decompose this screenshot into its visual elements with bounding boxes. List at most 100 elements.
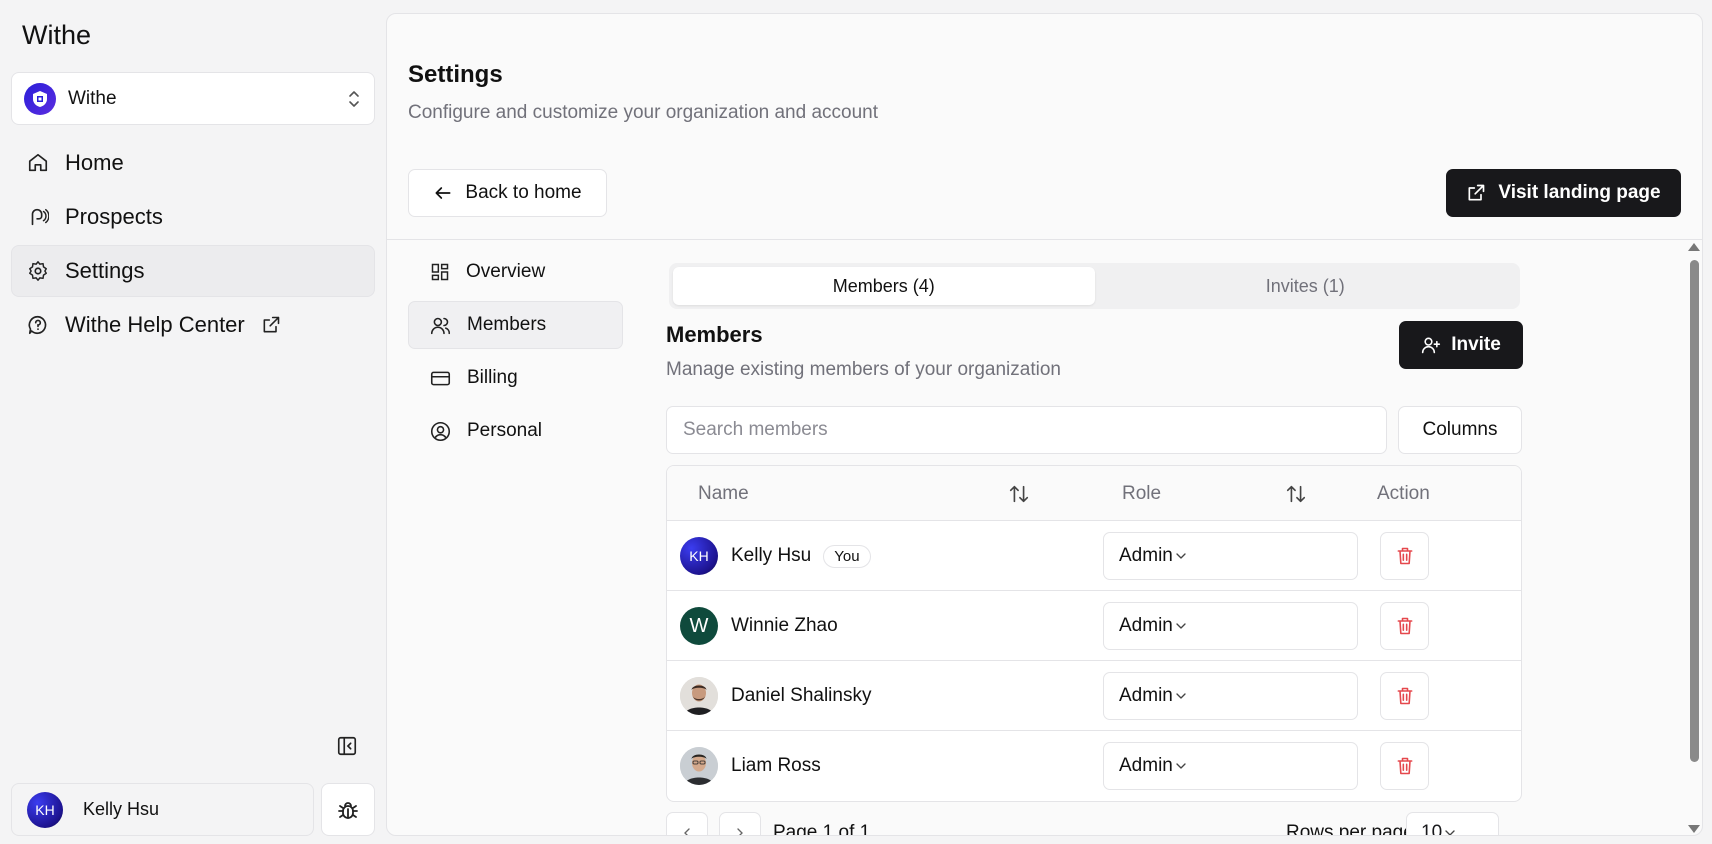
delete-member-button[interactable]	[1380, 742, 1429, 790]
table-row: KH Kelly Hsu You Admin	[667, 521, 1521, 591]
scroll-up-arrow[interactable]	[1688, 243, 1700, 251]
help-icon	[27, 314, 49, 336]
avatar	[680, 747, 718, 785]
delete-member-button[interactable]	[1380, 532, 1429, 580]
member-name-cell: Daniel Shalinsky	[731, 661, 871, 731]
settings-nav-label: Personal	[467, 420, 542, 441]
role-select[interactable]: Admin	[1103, 672, 1358, 720]
chevrons-up-down-icon	[346, 88, 362, 110]
table-row: Liam Ross Admin	[667, 731, 1521, 801]
settings-nav-billing[interactable]: Billing	[408, 354, 623, 402]
users-icon	[430, 315, 467, 336]
columns-button[interactable]: Columns	[1398, 406, 1522, 454]
sidebar-item-label: Withe Help Center	[65, 312, 245, 337]
members-table: Name Role Action KH Kelly Hsu You Admin	[666, 465, 1522, 802]
role-value: Admin	[1119, 545, 1173, 566]
delete-member-button[interactable]	[1380, 672, 1429, 720]
sort-icon[interactable]	[1008, 483, 1030, 505]
scrollbar[interactable]	[1685, 240, 1702, 835]
delete-member-button[interactable]	[1380, 602, 1429, 650]
header-divider	[387, 239, 1702, 240]
avatar	[680, 677, 718, 715]
external-link-icon	[261, 315, 281, 335]
user-plus-icon	[1421, 335, 1451, 355]
member-name-cell: Liam Ross	[731, 731, 821, 801]
settings-nav-label: Billing	[467, 367, 518, 388]
members-tabs: Members (4) Invites (1)	[669, 263, 1520, 309]
settings-nav-personal[interactable]: Personal	[408, 407, 623, 455]
invite-label: Invite	[1451, 334, 1501, 355]
scrollbar-thumb[interactable]	[1690, 260, 1699, 762]
sidebar-item-settings[interactable]: Settings	[11, 245, 375, 297]
prospects-icon	[27, 206, 49, 228]
table-row: Daniel Shalinsky Admin	[667, 661, 1521, 731]
role-select[interactable]: Admin	[1103, 602, 1358, 650]
sidebar-nav: Home Prospects Settings Withe Help Cente…	[11, 137, 375, 353]
tab-invites[interactable]: Invites (1)	[1095, 267, 1517, 305]
main-panel: Settings Configure and customize your or…	[386, 13, 1703, 836]
column-header-name: Name	[698, 482, 749, 504]
member-name: Daniel Shalinsky	[731, 685, 872, 706]
avatar: KH	[27, 791, 63, 828]
visit-landing-page-label: Visit landing page	[1498, 182, 1661, 203]
visit-landing-page-button[interactable]: Visit landing page	[1446, 169, 1681, 217]
next-page-button[interactable]	[719, 812, 761, 835]
role-value: Admin	[1119, 615, 1173, 636]
role-select[interactable]: Admin	[1103, 742, 1358, 790]
collapse-sidebar-icon[interactable]	[336, 735, 360, 759]
settings-nav-members[interactable]: Members	[408, 301, 623, 349]
sidebar: Withe Withe Home Prospects Settings With…	[0, 0, 386, 844]
pagination: Page 1 of 1 Rows per page 10	[666, 812, 1522, 836]
chevron-down-icon	[1173, 688, 1189, 704]
member-name-cell: Winnie Zhao	[731, 591, 838, 661]
credit-card-icon	[430, 368, 467, 389]
user-menu[interactable]: KH Kelly Hsu	[11, 783, 314, 836]
gear-icon	[27, 260, 49, 282]
rows-per-page-value: 10	[1421, 822, 1443, 836]
sidebar-item-home[interactable]: Home	[11, 137, 375, 189]
sidebar-item-label: Settings	[65, 258, 145, 283]
settings-nav: Overview Members Billing Personal	[408, 248, 623, 460]
bug-report-button[interactable]	[321, 783, 375, 836]
trash-icon	[1395, 756, 1415, 776]
back-to-home-button[interactable]: Back to home	[408, 169, 607, 217]
previous-page-button[interactable]	[666, 812, 708, 835]
member-name: Kelly Hsu	[731, 545, 812, 566]
role-value: Admin	[1119, 685, 1173, 706]
page-title: Settings	[408, 61, 503, 88]
org-switcher[interactable]: Withe	[11, 72, 375, 125]
chevron-down-icon	[1173, 618, 1189, 634]
member-name: Winnie Zhao	[731, 615, 838, 636]
member-name: Liam Ross	[731, 755, 821, 776]
sidebar-item-help-center[interactable]: Withe Help Center	[11, 299, 375, 351]
role-value: Admin	[1119, 755, 1173, 776]
search-members-input[interactable]	[666, 406, 1387, 454]
section-subtitle: Manage existing members of your organiza…	[666, 359, 1061, 380]
trash-icon	[1395, 616, 1415, 636]
page-indicator: Page 1 of 1	[773, 822, 871, 836]
settings-nav-overview[interactable]: Overview	[408, 248, 623, 296]
table-header: Name Role Action	[667, 466, 1521, 521]
you-badge: You	[823, 544, 871, 568]
trash-icon	[1395, 686, 1415, 706]
rows-per-page-select[interactable]: 10	[1406, 812, 1499, 836]
sidebar-item-prospects[interactable]: Prospects	[11, 191, 375, 243]
back-to-home-label: Back to home	[465, 182, 582, 203]
chevron-right-icon	[732, 825, 748, 835]
chevron-down-icon	[1442, 825, 1458, 835]
avatar: KH	[680, 537, 718, 575]
scroll-down-arrow[interactable]	[1688, 825, 1700, 833]
bug-icon	[336, 798, 360, 822]
trash-icon	[1395, 546, 1415, 566]
tab-members[interactable]: Members (4)	[673, 267, 1095, 305]
sort-icon[interactable]	[1285, 483, 1307, 505]
user-name: Kelly Hsu	[83, 799, 160, 819]
settings-nav-label: Members	[467, 314, 547, 335]
section-title: Members	[666, 322, 763, 347]
invite-button[interactable]: Invite	[1399, 321, 1523, 369]
settings-nav-label: Overview	[466, 261, 546, 282]
sidebar-item-label: Prospects	[65, 204, 163, 229]
column-header-action: Action	[1377, 482, 1430, 504]
role-select[interactable]: Admin	[1103, 532, 1358, 580]
user-circle-icon	[430, 421, 467, 442]
